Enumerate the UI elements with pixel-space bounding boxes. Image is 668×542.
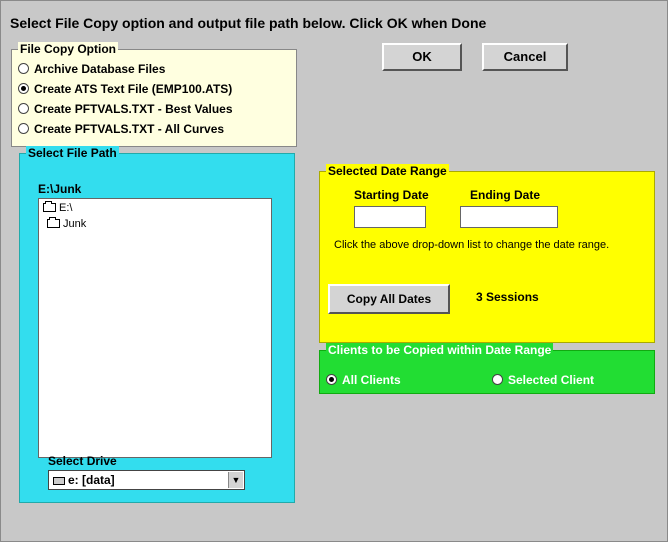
option-pftvals-best[interactable]: Create PFTVALS.TXT - Best Values xyxy=(18,102,233,116)
option-label: Create PFTVALS.TXT - All Curves xyxy=(34,122,225,136)
option-label: Archive Database Files xyxy=(34,62,166,76)
all-clients-label: All Clients xyxy=(342,373,401,387)
date-range-legend: Selected Date Range xyxy=(326,164,449,178)
select-drive-label: Select Drive xyxy=(48,454,117,468)
option-selected-client[interactable]: Selected Client xyxy=(492,373,594,387)
drive-dropdown[interactable]: e: [data] ▼ xyxy=(48,470,245,490)
file-copy-legend: File Copy Option xyxy=(18,42,118,56)
drive-value: e: [data] xyxy=(68,473,115,487)
chevron-down-icon[interactable]: ▼ xyxy=(228,472,243,488)
option-pftvals-all[interactable]: Create PFTVALS.TXT - All Curves xyxy=(18,122,224,136)
instructions-text: Select File Copy option and output file … xyxy=(10,15,487,31)
option-label: Create PFTVALS.TXT - Best Values xyxy=(34,102,233,116)
drive-icon xyxy=(53,477,65,485)
ending-date-label: Ending Date xyxy=(470,188,541,202)
open-folder-icon xyxy=(43,201,56,212)
radio-icon[interactable] xyxy=(492,374,503,385)
selected-client-label: Selected Client xyxy=(508,373,595,387)
clients-to-copy-group: Clients to be Copied within Date Range A… xyxy=(319,343,655,394)
file-path-legend: Select File Path xyxy=(26,146,119,160)
radio-icon[interactable] xyxy=(18,103,29,114)
tree-item-drive-root[interactable]: E:\ xyxy=(43,201,73,214)
file-copy-option-group: File Copy Option Archive Database Files … xyxy=(11,42,297,147)
radio-icon[interactable] xyxy=(18,123,29,134)
open-folder-icon xyxy=(47,217,60,228)
tree-item-label: Junk xyxy=(63,218,87,230)
option-label: Create ATS Text File (EMP100.ATS) xyxy=(34,82,233,96)
cancel-button[interactable]: Cancel xyxy=(482,43,568,71)
ok-button[interactable]: OK xyxy=(382,43,462,71)
current-path-label: E:\Junk xyxy=(38,182,82,196)
radio-selected-icon[interactable] xyxy=(326,374,337,385)
option-all-clients[interactable]: All Clients xyxy=(326,373,401,387)
option-create-ats-text[interactable]: Create ATS Text File (EMP100.ATS) xyxy=(18,82,232,96)
sessions-count: 3 Sessions xyxy=(476,290,539,304)
directory-tree[interactable]: E:\ Junk xyxy=(38,198,272,458)
copy-all-dates-button[interactable]: Copy All Dates xyxy=(328,284,450,314)
radio-selected-icon[interactable] xyxy=(18,83,29,94)
radio-icon[interactable] xyxy=(18,63,29,74)
starting-date-field[interactable] xyxy=(354,206,426,228)
starting-date-label: Starting Date xyxy=(354,188,429,202)
clients-legend: Clients to be Copied within Date Range xyxy=(326,343,554,357)
tree-item-label: E:\ xyxy=(59,202,73,214)
option-archive-database[interactable]: Archive Database Files xyxy=(18,62,165,76)
tree-item-junk[interactable]: Junk xyxy=(47,217,87,230)
select-file-path-group: Select File Path E:\Junk E:\ Junk Select… xyxy=(19,146,295,503)
date-range-hint: Click the above drop-down list to change… xyxy=(334,239,610,251)
ending-date-field[interactable] xyxy=(460,206,558,228)
dialog-window: Select File Copy option and output file … xyxy=(0,0,668,542)
selected-date-range-group: Selected Date Range Starting Date Ending… xyxy=(319,164,655,343)
